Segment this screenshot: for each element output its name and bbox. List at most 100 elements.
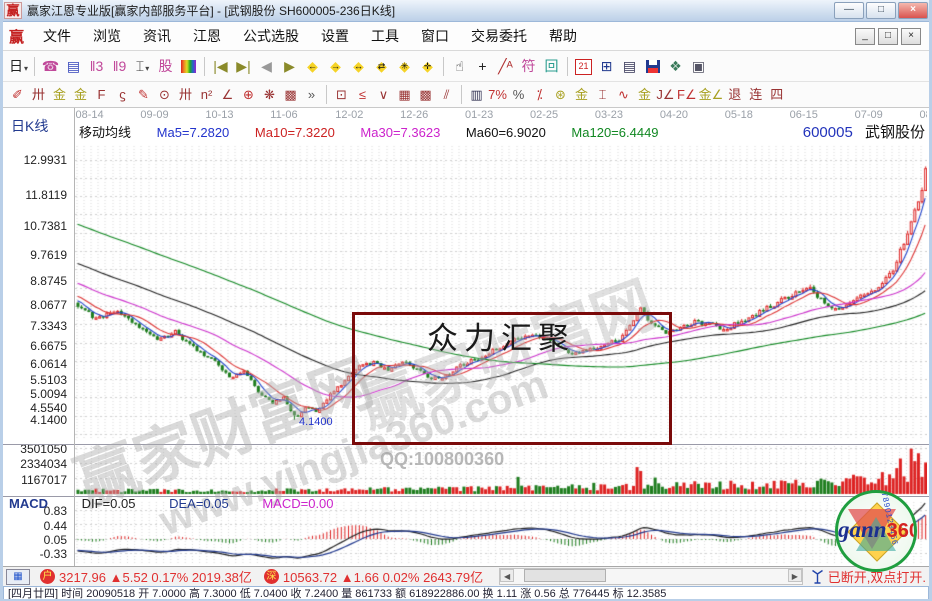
mdi-restore-button[interactable]: □ bbox=[878, 28, 898, 45]
menu-browse[interactable]: 浏览 bbox=[82, 23, 132, 49]
calendar-icon[interactable]: 21 bbox=[573, 56, 594, 77]
date-tick: 10-13 bbox=[205, 109, 233, 121]
menu-file[interactable]: 文件 bbox=[32, 23, 82, 49]
gold-grid2-icon[interactable]: 金 bbox=[71, 86, 90, 104]
fib-grid-icon[interactable]: F bbox=[92, 86, 111, 104]
scroll-right-arrow[interactable]: ▶ bbox=[788, 569, 802, 582]
candle-style-icon[interactable]: ⌶▾ bbox=[132, 56, 153, 77]
angle-tui-icon[interactable]: 退 bbox=[725, 86, 744, 104]
rect-tool-icon[interactable]: ⊡ bbox=[332, 86, 351, 104]
grid-box-icon[interactable]: ▦ bbox=[395, 86, 414, 104]
angle-ruler-icon[interactable]: ∠ bbox=[218, 86, 237, 104]
square-of-nine-icon[interactable]: n² bbox=[197, 86, 216, 104]
menu-trade[interactable]: 交易委托 bbox=[460, 23, 538, 49]
diamond-left-icon[interactable]: ◆← bbox=[302, 56, 323, 77]
trendline-icon[interactable]: ╱ᴬ bbox=[495, 56, 516, 77]
candle-draw-icon[interactable]: ⌶ bbox=[593, 86, 612, 104]
wave-tool-icon[interactable]: ∿ bbox=[614, 86, 633, 104]
last-page-icon[interactable]: ▶| bbox=[233, 56, 254, 77]
shanghai-index-icon[interactable]: 户 bbox=[40, 569, 55, 584]
gold-circle-icon[interactable]: ⊛ bbox=[551, 86, 570, 104]
menu-tools[interactable]: 工具 bbox=[360, 23, 410, 49]
shanghai-index-quote[interactable]: 3217.96 ▲5.52 0.17% 2019.38亿 bbox=[59, 567, 252, 586]
macd-header: MACD DIF=0.05 DEA=0.05 MACD=0.00 bbox=[9, 496, 364, 511]
share-icon[interactable]: ❖ bbox=[665, 56, 686, 77]
percent-icon[interactable]: % bbox=[509, 86, 528, 104]
scroll-thumb[interactable] bbox=[524, 569, 605, 582]
brush-icon[interactable]: ✐ bbox=[8, 86, 27, 104]
menu-gann[interactable]: 江恩 bbox=[182, 23, 232, 49]
stock-pick-icon[interactable]: 股 bbox=[155, 56, 176, 77]
save-icon[interactable] bbox=[642, 56, 663, 77]
maximize-button[interactable]: □ bbox=[866, 2, 896, 19]
multi-chart-9-icon[interactable]: ‖9 bbox=[109, 56, 130, 77]
multi-chart-3-icon[interactable]: ‖3 bbox=[86, 56, 107, 77]
gold-grid-icon[interactable]: 金 bbox=[50, 86, 69, 104]
angle-gold-icon[interactable]: 金∠ bbox=[699, 86, 724, 104]
keyboard-icon[interactable]: ▦ bbox=[6, 569, 30, 585]
diamond-star-icon[interactable]: ◆✳ bbox=[394, 56, 415, 77]
print-icon[interactable]: ▣ bbox=[688, 56, 709, 77]
gold-line-icon[interactable]: 金 bbox=[572, 86, 591, 104]
color-chart-icon[interactable] bbox=[178, 56, 199, 77]
menu-news[interactable]: 资讯 bbox=[132, 23, 182, 49]
diamond-hrange-icon[interactable]: ◆↔ bbox=[348, 56, 369, 77]
gold-line2-icon[interactable]: 金 bbox=[635, 86, 654, 104]
fan-lines-icon[interactable]: ≤ bbox=[353, 86, 372, 104]
percent7-icon[interactable]: 7% bbox=[488, 86, 507, 104]
stats-column-icon[interactable]: ▥ bbox=[467, 86, 486, 104]
annotation-text: 众力汇聚 bbox=[427, 313, 575, 358]
first-page-icon[interactable]: |◀ bbox=[210, 56, 231, 77]
grid-box2-icon[interactable]: ▩ bbox=[416, 86, 435, 104]
percent-line-icon[interactable]: ⁒ bbox=[530, 86, 549, 104]
zigzag-icon[interactable]: ∨ bbox=[374, 86, 393, 104]
menu-help[interactable]: 帮助 bbox=[538, 23, 588, 49]
crosshair-icon[interactable]: + bbox=[472, 56, 493, 77]
price-axis-label: 5.0094 bbox=[30, 387, 67, 401]
shenzhen-index-quote[interactable]: 10563.72 ▲1.66 0.02% 2643.79亿 bbox=[283, 567, 483, 586]
calculator-icon[interactable]: ⊞ bbox=[596, 56, 617, 77]
volume-axis: 350105023340341167017 bbox=[3, 444, 69, 496]
time-circle-icon[interactable]: ⊙ bbox=[155, 86, 174, 104]
parallel-lines-icon[interactable]: ⫽ bbox=[437, 86, 456, 104]
next-icon[interactable]: ▶ bbox=[279, 56, 300, 77]
shenzhen-index-icon[interactable]: 深 bbox=[264, 569, 279, 584]
cycle-tool-icon[interactable]: 回 bbox=[541, 56, 562, 77]
angle-si-icon[interactable]: 四 bbox=[767, 86, 786, 104]
mdi-close-button[interactable]: × bbox=[901, 28, 921, 45]
menu-formula-stock-pick[interactable]: 公式选股 bbox=[232, 23, 310, 49]
angle-f-icon[interactable]: F∠ bbox=[677, 86, 697, 104]
diamond-compress-icon[interactable]: ◆⇄ bbox=[371, 56, 392, 77]
gann-wizard-icon[interactable]: 符 bbox=[518, 56, 539, 77]
hand-drag-icon[interactable]: ☝ bbox=[449, 56, 470, 77]
memo-icon[interactable]: ▤ bbox=[619, 56, 640, 77]
horizontal-scrollbar[interactable]: ◀ ▶ bbox=[499, 568, 803, 585]
web-box-icon[interactable]: ▩ bbox=[281, 86, 300, 104]
diamond-expand-icon[interactable]: ◆✛ bbox=[417, 56, 438, 77]
network-quote-icon[interactable]: ☎ bbox=[40, 56, 61, 77]
gann-grid-icon[interactable]: 卅 bbox=[29, 86, 48, 104]
menu-window[interactable]: 窗口 bbox=[410, 23, 460, 49]
date-tick: 08-14 bbox=[76, 109, 104, 121]
menu-settings[interactable]: 设置 bbox=[310, 23, 360, 49]
diamond-right-icon[interactable]: ◆→ bbox=[325, 56, 346, 77]
quote-list-icon[interactable]: ▤ bbox=[63, 56, 84, 77]
title-bar[interactable]: 赢 赢家江恩专业版[赢家内部服务平台] - [武钢股份 SH600005-236… bbox=[0, 0, 932, 22]
draw-pen-icon[interactable]: ✎ bbox=[134, 86, 153, 104]
logo-gann-text: gann bbox=[838, 517, 887, 542]
close-button[interactable]: × bbox=[898, 2, 928, 19]
dea-value: DEA=0.05 bbox=[169, 496, 229, 511]
grid-lines-icon[interactable]: 卅 bbox=[176, 86, 195, 104]
kline-period-icon[interactable]: 日▾ bbox=[8, 56, 29, 77]
spiderweb-icon[interactable]: ❋ bbox=[260, 86, 279, 104]
prev-icon[interactable]: ◀ bbox=[256, 56, 277, 77]
spiral-icon[interactable]: ϛ bbox=[113, 86, 132, 104]
circle-cross-icon[interactable]: ⊕ bbox=[239, 86, 258, 104]
window-title: 赢家江恩专业版[赢家内部服务平台] - [武钢股份 SH600005-236日K… bbox=[27, 2, 395, 19]
minimize-button[interactable]: — bbox=[834, 2, 864, 19]
angle-lian-icon[interactable]: 连 bbox=[746, 86, 765, 104]
angle-j-icon[interactable]: J∠ bbox=[656, 86, 675, 104]
scroll-left-arrow[interactable]: ◀ bbox=[500, 569, 514, 582]
more-tools-icon[interactable]: » bbox=[302, 86, 321, 104]
mdi-minimize-button[interactable]: _ bbox=[855, 28, 875, 45]
